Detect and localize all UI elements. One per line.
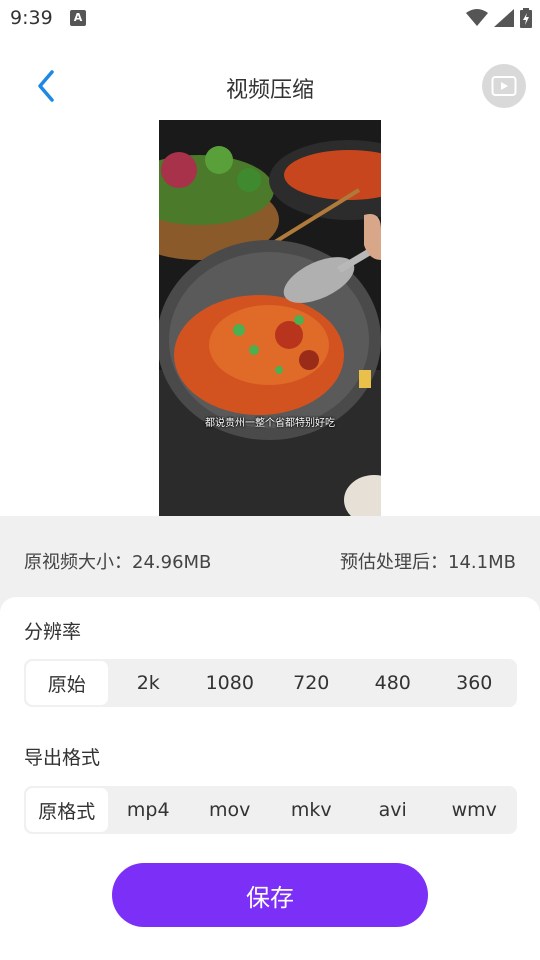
resolution-option-2k[interactable]: 2k [108, 661, 190, 705]
notification-a-icon: A [70, 10, 86, 26]
resolution-label: 分辨率 [24, 621, 82, 643]
header: 视频压缩 [0, 56, 540, 116]
format-selector: 原格式 mp4 mov mkv avi wmv [24, 786, 517, 834]
food-image [159, 120, 381, 516]
signal-icon [494, 9, 514, 27]
play-video-icon [491, 76, 517, 96]
resolution-selector: 原始 2k 1080 720 480 360 [24, 659, 517, 707]
resolution-option-480[interactable]: 480 [352, 661, 434, 705]
video-preview-area: 都说贵州一整个省都特别好吃 [0, 120, 540, 516]
wifi-icon [466, 9, 488, 26]
estimated-size-text: 预估处理后：14.1MB [340, 552, 516, 573]
format-option-mov[interactable]: mov [189, 788, 271, 832]
resolution-option-original[interactable]: 原始 [26, 661, 108, 705]
status-time: 9:39 [10, 7, 53, 29]
format-option-avi[interactable]: avi [352, 788, 434, 832]
status-icons [466, 8, 532, 28]
format-label: 导出格式 [24, 747, 101, 769]
format-option-mp4[interactable]: mp4 [108, 788, 190, 832]
original-size-text: 原视频大小：24.96MB [24, 552, 212, 573]
format-option-original[interactable]: 原格式 [26, 788, 108, 832]
settings-panel: 分辨率 原始 2k 1080 720 480 360 导出格式 原格式 mp4 … [0, 597, 540, 960]
page-title: 视频压缩 [225, 78, 314, 103]
preview-video-button[interactable] [482, 64, 526, 108]
battery-icon [520, 8, 532, 28]
video-subtitle: 都说贵州一整个省都特别好吃 [205, 418, 335, 429]
format-option-mkv[interactable]: mkv [271, 788, 353, 832]
resolution-option-1080[interactable]: 1080 [189, 661, 271, 705]
format-option-wmv[interactable]: wmv [434, 788, 516, 832]
resolution-option-360[interactable]: 360 [434, 661, 516, 705]
status-bar: 9:39 A [0, 0, 540, 36]
video-thumbnail[interactable]: 都说贵州一整个省都特别好吃 [159, 120, 381, 516]
save-button[interactable]: 保存 [112, 863, 428, 927]
resolution-option-720[interactable]: 720 [271, 661, 353, 705]
